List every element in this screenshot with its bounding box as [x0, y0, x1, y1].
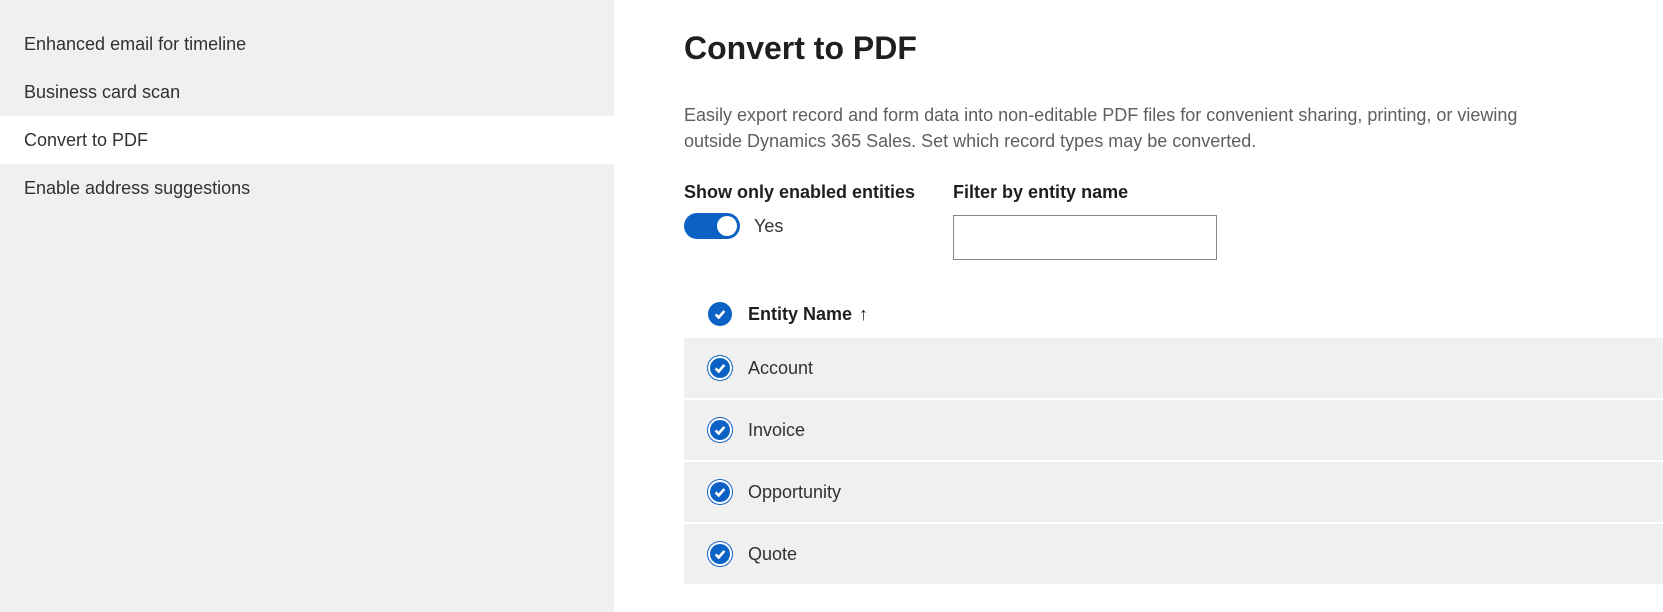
- sidebar-item-address-suggestions[interactable]: Enable address suggestions: [0, 164, 614, 212]
- entity-table-header: Entity Name ↑: [684, 290, 1663, 338]
- entity-name-header[interactable]: Entity Name ↑: [748, 304, 868, 325]
- sidebar: Enhanced email for timeline Business car…: [0, 0, 614, 612]
- sidebar-item-label: Enable address suggestions: [24, 178, 250, 198]
- page-description: Easily export record and form data into …: [684, 102, 1554, 154]
- toggle-knob: [717, 216, 737, 236]
- filter-label: Filter by entity name: [953, 182, 1217, 203]
- entity-name-cell: Invoice: [748, 420, 805, 441]
- check-icon: [713, 423, 727, 437]
- sort-ascending-icon: ↑: [859, 304, 868, 324]
- toggle-label: Show only enabled entities: [684, 182, 915, 203]
- toggle-row: Yes: [684, 213, 915, 239]
- table-row[interactable]: Account: [684, 338, 1663, 400]
- toggle-value: Yes: [754, 216, 783, 237]
- row-checkbox[interactable]: [708, 542, 732, 566]
- select-all-checkbox[interactable]: [708, 302, 732, 326]
- filter-group: Filter by entity name: [953, 182, 1217, 260]
- check-icon: [713, 307, 727, 321]
- sidebar-item-label: Convert to PDF: [24, 130, 148, 150]
- show-enabled-toggle[interactable]: [684, 213, 740, 239]
- sidebar-item-business-card[interactable]: Business card scan: [0, 68, 614, 116]
- table-row[interactable]: Quote: [684, 524, 1663, 586]
- sidebar-item-label: Business card scan: [24, 82, 180, 102]
- sidebar-item-convert-pdf[interactable]: Convert to PDF: [0, 116, 614, 164]
- toggle-group: Show only enabled entities Yes: [684, 182, 915, 260]
- check-icon: [713, 547, 727, 561]
- main-content: Convert to PDF Easily export record and …: [614, 0, 1663, 612]
- controls-row: Show only enabled entities Yes Filter by…: [684, 182, 1663, 260]
- entity-table: Entity Name ↑ Account Invoice Opportunit…: [684, 290, 1663, 586]
- sidebar-item-enhanced-email[interactable]: Enhanced email for timeline: [0, 20, 614, 68]
- sidebar-item-label: Enhanced email for timeline: [24, 34, 246, 54]
- entity-name-cell: Account: [748, 358, 813, 379]
- filter-input[interactable]: [953, 215, 1217, 260]
- row-checkbox[interactable]: [708, 418, 732, 442]
- table-row[interactable]: Invoice: [684, 400, 1663, 462]
- entity-name-cell: Opportunity: [748, 482, 841, 503]
- row-checkbox[interactable]: [708, 356, 732, 380]
- entity-name-cell: Quote: [748, 544, 797, 565]
- row-checkbox[interactable]: [708, 480, 732, 504]
- check-icon: [713, 361, 727, 375]
- page-title: Convert to PDF: [684, 30, 1663, 67]
- table-row[interactable]: Opportunity: [684, 462, 1663, 524]
- check-icon: [713, 485, 727, 499]
